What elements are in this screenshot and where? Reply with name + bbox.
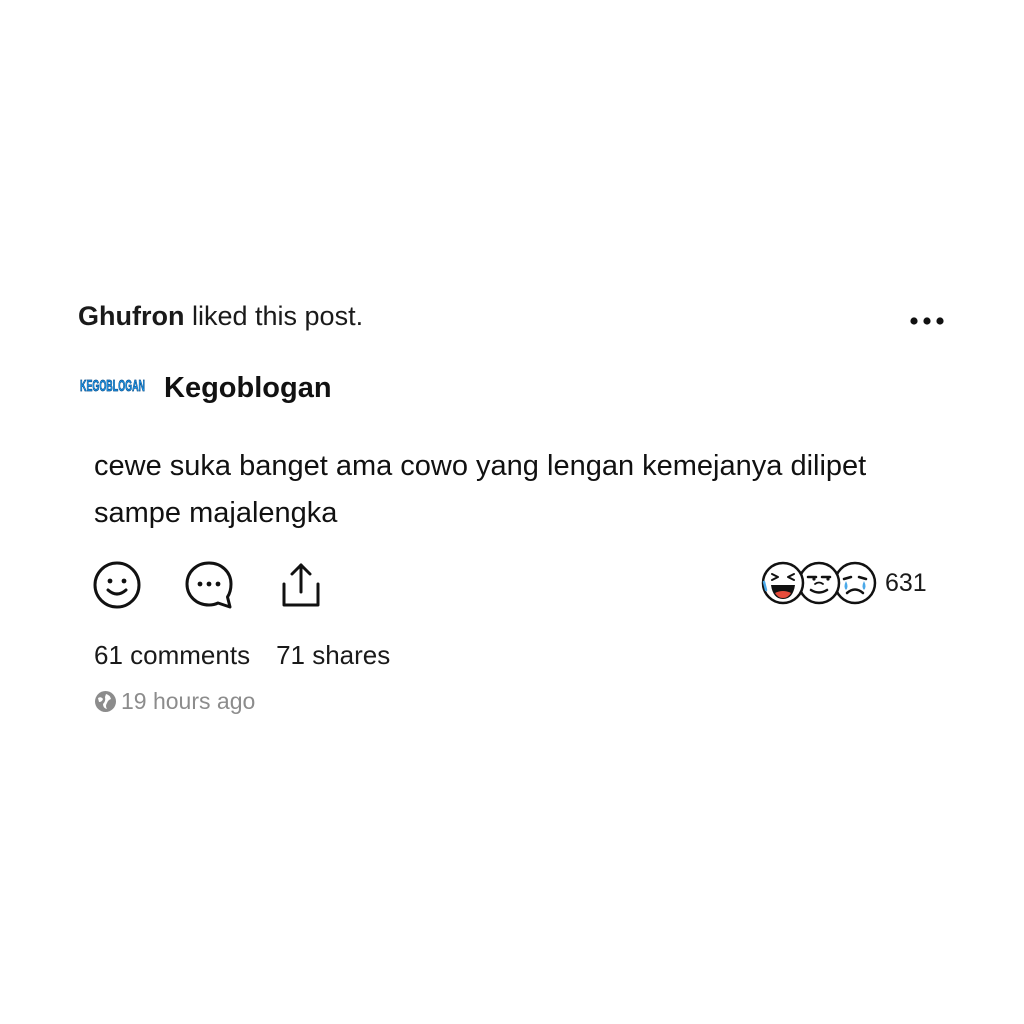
page-logo[interactable]: KEGOBLOGAN [79,376,146,395]
time-ago: 19 hours ago [121,688,256,714]
page-logo-text: KEGOBLOGAN [80,378,145,395]
react-button[interactable] [92,560,142,610]
activity-text: liked this post. [184,301,364,331]
more-dots-icon [910,317,944,325]
share-upload-icon [282,563,320,607]
activity-line: Ghufron liked this post. [78,299,363,333]
share-button[interactable] [276,560,326,610]
globe-icon [94,690,117,713]
post-timestamp: 19 hours ago [94,686,255,716]
page-name[interactable]: Kegoblogan [164,370,332,406]
comment-bubble-icon [185,561,233,609]
post-text: cewe suka banget ama cowo yang lengan ke… [94,450,867,529]
smiley-icon [93,561,141,609]
engagement-counts: 61 comments 71 shares [94,638,390,672]
more-options-button[interactable] [904,306,950,334]
comments-count-link[interactable]: 61 comments [94,640,250,670]
shares-count-link[interactable]: 71 shares [276,640,390,670]
reaction-count: 631 [885,569,927,597]
activity-actor[interactable]: Ghufron [78,301,184,331]
laughing-face-icon [760,560,806,606]
comment-button[interactable] [184,560,234,610]
